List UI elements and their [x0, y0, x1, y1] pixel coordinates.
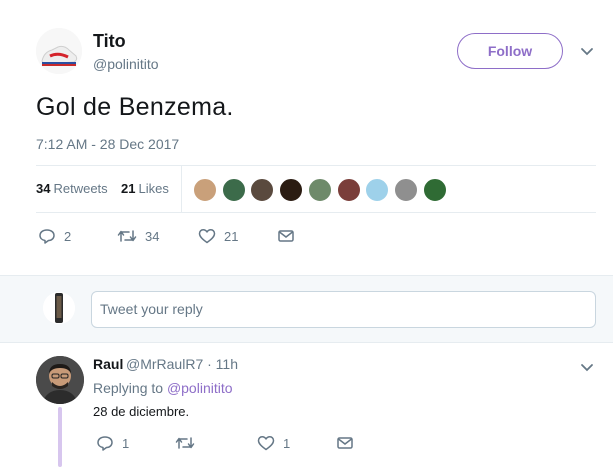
- retweet-count: 34: [145, 228, 160, 244]
- liker-8-avatar[interactable]: [393, 178, 418, 202]
- retweet-icon: [117, 230, 137, 242]
- liker-1-avatar[interactable]: [193, 178, 217, 202]
- follow-button[interactable]: Follow: [457, 33, 563, 69]
- tweet-timestamp[interactable]: 7:12 AM - 28 Dec 2017: [36, 136, 179, 152]
- reply-icon: [39, 229, 55, 244]
- envelope-icon: [278, 230, 294, 242]
- divider: [36, 212, 596, 213]
- retweets-label: Retweets: [53, 181, 108, 196]
- reply-button[interactable]: 2: [38, 227, 71, 245]
- author-handle[interactable]: @polinitito: [93, 56, 159, 72]
- direct-message-button[interactable]: [277, 227, 295, 245]
- thread-line: [58, 407, 62, 467]
- retweet-icon: [175, 437, 195, 449]
- current-user-avatar[interactable]: [43, 292, 75, 324]
- author-avatar[interactable]: [36, 28, 82, 74]
- retweets-count: 34: [36, 181, 51, 196]
- liker-5-avatar[interactable]: [307, 178, 332, 202]
- stats-divider: [181, 165, 182, 212]
- retweet-button[interactable]: 34: [117, 227, 159, 245]
- replying-prefix: Replying to: [93, 380, 164, 396]
- retweets-stat[interactable]: 34 Retweets: [36, 181, 108, 196]
- liker-6-avatar[interactable]: [336, 178, 361, 202]
- likes-label: Likes: [138, 181, 169, 196]
- heart-icon: [257, 436, 275, 451]
- author-name[interactable]: Tito: [93, 31, 126, 52]
- liker-2-avatar[interactable]: [221, 178, 246, 202]
- reply-reply-count: 1: [122, 435, 130, 451]
- reply-author-handle[interactable]: @MrRaulR7 · 11h: [126, 356, 238, 372]
- reply-text: 28 de diciembre.: [93, 404, 190, 419]
- tweet-text: Gol de Benzema.: [36, 93, 234, 121]
- reply-author-avatar[interactable]: [36, 356, 84, 404]
- reply-author-name[interactable]: Raul: [93, 356, 123, 372]
- heart-icon: [198, 229, 216, 244]
- sneaker-avatar-image: [36, 28, 82, 74]
- envelope-icon: [337, 437, 353, 449]
- reply-icon: [97, 436, 113, 451]
- person-avatar-image: [36, 356, 84, 404]
- reply-retweet-button[interactable]: [175, 434, 195, 452]
- likes-stat[interactable]: 21 Likes: [121, 181, 169, 196]
- reply-reply-button[interactable]: 1: [96, 434, 129, 452]
- reply-like-count: 1: [283, 435, 291, 451]
- reply-like-button[interactable]: 1: [257, 434, 290, 452]
- reply-count: 2: [64, 228, 72, 244]
- liker-4-avatar[interactable]: [279, 178, 304, 202]
- chevron-down-icon[interactable]: [578, 358, 596, 376]
- liker-3-avatar[interactable]: [250, 178, 275, 202]
- chevron-down-icon[interactable]: [578, 42, 596, 60]
- liker-7-avatar[interactable]: [365, 178, 390, 202]
- reply-input[interactable]: Tweet your reply: [91, 291, 596, 328]
- likes-count: 21: [121, 181, 136, 196]
- like-button[interactable]: 21: [198, 227, 238, 245]
- divider: [36, 165, 596, 166]
- liker-9-avatar[interactable]: [422, 178, 447, 202]
- phone-avatar-image: [43, 292, 75, 324]
- reply-dm-button[interactable]: [336, 434, 354, 452]
- replying-to-link[interactable]: @polinitito: [167, 380, 233, 396]
- like-count: 21: [224, 228, 239, 244]
- replying-to: Replying to @polinitito: [93, 380, 233, 396]
